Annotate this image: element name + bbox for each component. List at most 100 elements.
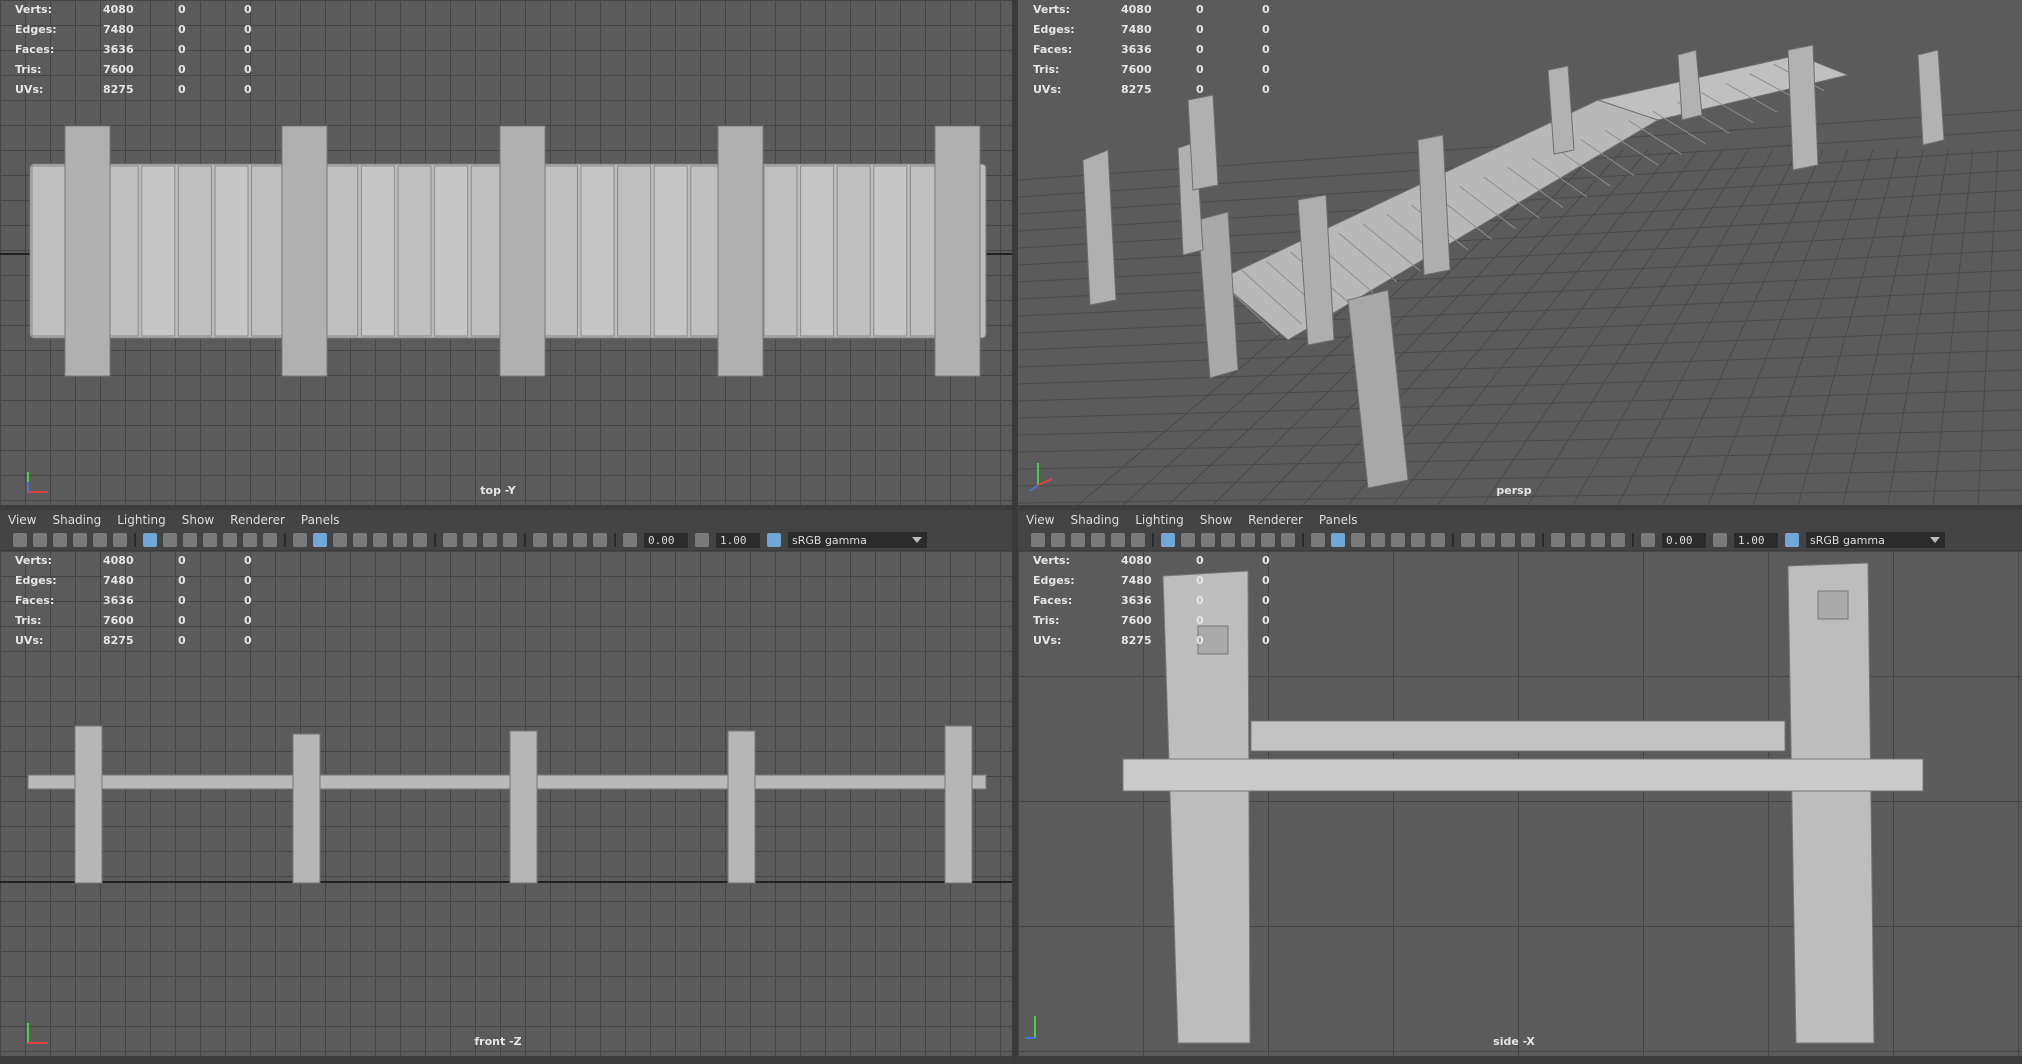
shadows-icon[interactable] xyxy=(1431,533,1445,547)
hud-label: Tris: xyxy=(15,614,42,627)
menu-view[interactable]: View xyxy=(1018,513,1062,527)
image-plane-icon[interactable] xyxy=(1091,533,1105,547)
smooth-shade-icon[interactable] xyxy=(1331,533,1345,547)
safe-title-icon[interactable] xyxy=(1281,533,1295,547)
motion-blur-icon[interactable] xyxy=(1481,533,1495,547)
menu-panels[interactable]: Panels xyxy=(293,513,348,527)
viewport-divider-vertical[interactable] xyxy=(1012,0,1018,1064)
grid-icon[interactable] xyxy=(143,533,157,547)
menu-lighting[interactable]: Lighting xyxy=(109,513,174,527)
pencil-icon[interactable] xyxy=(113,533,127,547)
hud-value: 0 xyxy=(178,63,186,76)
bookmark-icon[interactable] xyxy=(53,533,67,547)
film-gate-icon[interactable] xyxy=(1181,533,1195,547)
menu-renderer[interactable]: Renderer xyxy=(222,513,293,527)
exposure-icon[interactable] xyxy=(623,533,637,547)
wireframe-icon[interactable] xyxy=(1311,533,1325,547)
xray-joints-icon[interactable] xyxy=(573,533,587,547)
plank xyxy=(873,165,908,337)
light-icon[interactable] xyxy=(393,533,407,547)
bookmark-icon[interactable] xyxy=(1071,533,1085,547)
resolution-gate-icon[interactable] xyxy=(1201,533,1215,547)
toolbar-separator xyxy=(284,533,286,547)
gate-mask-icon[interactable] xyxy=(1221,533,1235,547)
plank xyxy=(360,165,395,337)
flat-shade-icon[interactable] xyxy=(333,533,347,547)
bounding-box-icon[interactable] xyxy=(353,533,367,547)
color-space-icon[interactable] xyxy=(767,533,781,547)
safe-action-icon[interactable] xyxy=(1261,533,1275,547)
grid-icon[interactable] xyxy=(1161,533,1175,547)
hud-row: Faces: 3636 0 0 xyxy=(1033,591,1328,611)
hud-value: 0 xyxy=(1196,43,1204,56)
color-space-dropdown[interactable]: sRGB gamma xyxy=(788,532,927,548)
exposure-field[interactable]: 0.00 xyxy=(644,532,688,548)
isolate-select-icon[interactable] xyxy=(1551,533,1565,547)
hud-row: Verts: 4080 0 0 xyxy=(15,0,310,20)
hud-value: 0 xyxy=(178,23,186,36)
hud-value: 3636 xyxy=(1121,594,1152,607)
hud-value: 8275 xyxy=(103,83,134,96)
hud-label: Tris: xyxy=(1033,614,1060,627)
xray-icon[interactable] xyxy=(1571,533,1585,547)
exposure-icon[interactable] xyxy=(1641,533,1655,547)
menu-show[interactable]: Show xyxy=(174,513,222,527)
flat-shade-icon[interactable] xyxy=(1351,533,1365,547)
ambient-occlusion-icon[interactable] xyxy=(1461,533,1475,547)
xray-joints-icon[interactable] xyxy=(1591,533,1605,547)
xray-icon[interactable] xyxy=(553,533,567,547)
depth-of-field-icon[interactable] xyxy=(503,533,517,547)
backface-culling-icon[interactable] xyxy=(593,533,607,547)
viewport-side[interactable]: Verts: 4080 0 0 Edges: 7480 0 0 Faces: 3636 0 0 T… xyxy=(1018,551,2022,1056)
resolution-gate-icon[interactable] xyxy=(183,533,197,547)
menu-panels[interactable]: Panels xyxy=(1311,513,1366,527)
camera-icon[interactable] xyxy=(13,533,27,547)
motion-blur-icon[interactable] xyxy=(463,533,477,547)
gamma-icon[interactable] xyxy=(695,533,709,547)
move-tool-icon[interactable] xyxy=(93,533,107,547)
color-space-dropdown[interactable]: sRGB gamma xyxy=(1806,532,1945,548)
safe-action-icon[interactable] xyxy=(243,533,257,547)
camera-icon[interactable] xyxy=(1031,533,1045,547)
texture-icon[interactable] xyxy=(1391,533,1405,547)
field-chart-icon[interactable] xyxy=(223,533,237,547)
move-tool-icon[interactable] xyxy=(1111,533,1125,547)
menu-lighting[interactable]: Lighting xyxy=(1127,513,1192,527)
axis-gizmo-icon xyxy=(27,472,48,493)
wireframe-icon[interactable] xyxy=(293,533,307,547)
viewport-front[interactable]: Verts: 4080 0 0 Edges: 7480 0 0 Faces: 3636 0 0 T… xyxy=(0,551,1012,1056)
color-space-icon[interactable] xyxy=(1785,533,1799,547)
ambient-occlusion-icon[interactable] xyxy=(443,533,457,547)
light-icon[interactable] xyxy=(1411,533,1425,547)
film-gate-icon[interactable] xyxy=(163,533,177,547)
gamma-icon[interactable] xyxy=(1713,533,1727,547)
exposure-field[interactable]: 0.00 xyxy=(1662,532,1706,548)
antialiasing-icon[interactable] xyxy=(1501,533,1515,547)
menu-shading[interactable]: Shading xyxy=(1062,513,1127,527)
gate-mask-icon[interactable] xyxy=(203,533,217,547)
shadows-icon[interactable] xyxy=(413,533,427,547)
depth-of-field-icon[interactable] xyxy=(1521,533,1535,547)
camera-attributes-icon[interactable] xyxy=(1051,533,1065,547)
image-plane-icon[interactable] xyxy=(73,533,87,547)
backface-culling-icon[interactable] xyxy=(1611,533,1625,547)
viewport-top[interactable]: Verts: 4080 0 0 Edges: 7480 0 0 Faces: 3636 0 0 T… xyxy=(0,0,1012,505)
smooth-shade-icon[interactable] xyxy=(313,533,327,547)
texture-icon[interactable] xyxy=(373,533,387,547)
gamma-field[interactable]: 1.00 xyxy=(716,532,760,548)
gamma-field[interactable]: 1.00 xyxy=(1734,532,1778,548)
antialiasing-icon[interactable] xyxy=(483,533,497,547)
camera-attributes-icon[interactable] xyxy=(33,533,47,547)
menu-view[interactable]: View xyxy=(0,513,44,527)
safe-title-icon[interactable] xyxy=(263,533,277,547)
menu-shading[interactable]: Shading xyxy=(44,513,109,527)
hud-label: UVs: xyxy=(1033,83,1062,96)
bounding-box-icon[interactable] xyxy=(1371,533,1385,547)
viewport-persp[interactable]: Verts: 4080 0 0 Edges: 7480 0 0 Faces: 3636 0 0 T… xyxy=(1018,0,2022,505)
field-chart-icon[interactable] xyxy=(1241,533,1255,547)
pencil-icon[interactable] xyxy=(1131,533,1145,547)
menu-show[interactable]: Show xyxy=(1192,513,1240,527)
isolate-select-icon[interactable] xyxy=(533,533,547,547)
hud-label: Verts: xyxy=(1033,3,1071,16)
menu-renderer[interactable]: Renderer xyxy=(1240,513,1311,527)
